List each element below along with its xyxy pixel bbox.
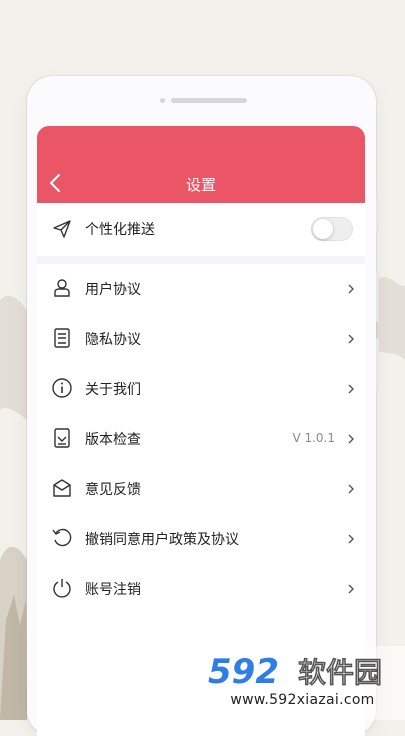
user-agreement-icon [54,279,70,297]
page-title: 设置 [185,176,216,194]
toggle-knob [313,219,333,239]
site-url: www.592xiazai.com [230,692,375,708]
menu-item-label: 关于我们 [85,382,141,398]
menu-item-label: 隐私协议 [85,332,141,348]
info-icon [52,378,72,398]
menu-item-label: 撤销同意用户政策及协议 [85,532,239,548]
menu-item-user-agreement[interactable]: 用户协议 [37,264,365,314]
revoke-icon [52,528,72,547]
personalized-push-label: 个性化推送 [85,222,155,238]
site-watermark: 592 软件园 www.592xiazai.com [200,646,405,720]
menu-item-label: 用户协议 [85,282,141,298]
menu-item-delete-account[interactable]: 账号注销 [37,564,365,614]
speaker-slot [171,98,247,103]
app-screen: 设置 个性化推送 用户协议 隐私协议 关于我们 版本检查 V 1.0.1 意见反… [37,126,365,736]
personalized-push-row: 个性化推送 [37,203,365,256]
camera-dot [160,98,165,103]
send-icon [53,220,71,238]
chevron-right-icon [348,334,354,344]
chevron-right-icon [348,384,354,394]
logo-text: 软件园 [298,656,382,689]
privacy-icon [54,328,70,348]
menu-item-revoke-consent[interactable]: 撤销同意用户政策及协议 [37,514,365,564]
chevron-right-icon [348,484,354,494]
menu-item-privacy[interactable]: 隐私协议 [37,314,365,364]
side-button [376,198,379,232]
feedback-icon [53,479,71,497]
menu-item-label: 版本检查 [85,432,141,448]
site-logo: 592 软件园 [208,652,382,690]
power-icon [53,579,71,598]
menu-item-feedback[interactable]: 意见反馈 [37,464,365,514]
section-divider [37,256,365,264]
side-button [376,338,379,388]
logo-digits: 592 [208,652,279,690]
settings-header: 设置 [37,126,365,203]
phone-frame: 设置 个性化推送 用户协议 隐私协议 关于我们 版本检查 V 1.0.1 意见反… [27,76,379,736]
chevron-right-icon [348,434,354,444]
menu-item-about-us[interactable]: 关于我们 [37,364,365,414]
chevron-right-icon [348,584,354,594]
version-icon [54,428,70,448]
version-value: V 1.0.1 [292,431,335,445]
personalized-push-toggle[interactable] [311,217,353,241]
chevron-right-icon [348,284,354,294]
menu-item-version-check[interactable]: 版本检查 V 1.0.1 [37,414,365,464]
menu-item-label: 账号注销 [85,582,141,598]
menu-item-label: 意见反馈 [85,482,141,498]
side-button [376,272,379,322]
chevron-right-icon [348,534,354,544]
